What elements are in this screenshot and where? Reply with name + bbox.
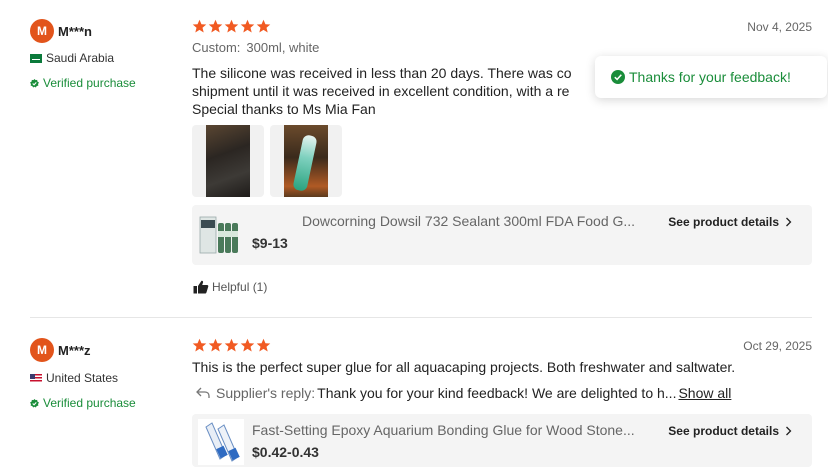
verified-badge: Verified purchase: [30, 396, 136, 410]
review-text: This is the perfect super glue for all a…: [192, 358, 735, 376]
verified-label: Verified purchase: [43, 76, 136, 90]
feedback-toast: Thanks for your feedback!: [595, 56, 827, 98]
country-label: United States: [46, 371, 119, 385]
star-rating: [192, 19, 271, 34]
product-thumbnail: [199, 216, 238, 254]
review-text: The silicone was received in less than 2…: [192, 64, 572, 118]
star-rating: [192, 338, 271, 353]
thumbs-up-icon: [193, 280, 209, 294]
sku-label: Custom:: [192, 40, 241, 55]
reviewer-country: Saudi Arabia: [30, 51, 114, 65]
photo-image: [284, 125, 328, 197]
star-icon: [224, 338, 239, 352]
see-product-details-link[interactable]: See product details: [668, 215, 792, 229]
product-card[interactable]: Dowcorning Dowsil 732 Sealant 300ml FDA …: [192, 205, 812, 265]
photo-tube-shape: [292, 134, 318, 192]
star-icon: [224, 19, 239, 33]
sku-info: Custom: 300ml, white: [192, 40, 319, 55]
star-icon: [192, 19, 207, 33]
reviewer-name: M***n: [58, 24, 92, 39]
verified-label: Verified purchase: [43, 396, 136, 410]
review-text-line: The silicone was received in less than 2…: [192, 65, 572, 81]
chevron-right-icon: [786, 217, 792, 227]
product-price: $9-13: [252, 235, 288, 251]
star-icon: [256, 338, 271, 352]
show-all-link[interactable]: Show all: [678, 385, 731, 401]
supplier-reply-text: Thank you for your kind feedback! We are…: [317, 385, 677, 401]
united-states-flag-icon: [30, 373, 42, 383]
product-card[interactable]: Fast-Setting Epoxy Aquarium Bonding Glue…: [192, 414, 812, 467]
supplier-reply-label: Supplier's reply:: [216, 385, 316, 401]
avatar: M: [30, 338, 54, 362]
star-icon: [208, 19, 223, 33]
toast-message: Thanks for your feedback!: [629, 69, 791, 85]
review-text-line: This is the perfect super glue for all a…: [192, 359, 736, 375]
avatar: M: [30, 19, 54, 43]
verified-badge: Verified purchase: [30, 76, 136, 90]
saudi-arabia-flag-icon: [30, 53, 42, 63]
details-label: See product details: [668, 424, 779, 438]
helpful-label: Helpful (1): [212, 280, 268, 294]
helpful-button[interactable]: Helpful (1): [193, 280, 267, 294]
product-thumbnail: [198, 419, 244, 465]
check-circle-icon: [611, 70, 625, 84]
reply-arrow-icon: [196, 387, 210, 398]
review-item: M M***n Saudi Arabia Verified purchase N…: [0, 0, 828, 317]
sku-value: 300ml, white: [246, 40, 320, 55]
supplier-reply: Supplier's reply: Thank you for your kin…: [196, 385, 731, 401]
star-icon: [208, 338, 223, 352]
product-name[interactable]: Dowcorning Dowsil 732 Sealant 300ml FDA …: [302, 213, 654, 229]
details-label: See product details: [668, 215, 779, 229]
product-name[interactable]: Fast-Setting Epoxy Aquarium Bonding Glue…: [252, 422, 656, 438]
photo-image: [206, 125, 250, 197]
star-icon: [240, 19, 255, 33]
verified-check-icon: [30, 78, 39, 88]
review-date: Nov 4, 2025: [747, 20, 812, 34]
reviewer-country: United States: [30, 371, 118, 385]
star-icon: [192, 338, 207, 352]
verified-check-icon: [30, 398, 39, 408]
product-price: $0.42-0.43: [252, 444, 319, 460]
chevron-right-icon: [786, 426, 792, 436]
star-icon: [256, 19, 271, 33]
see-product-details-link[interactable]: See product details: [668, 424, 792, 438]
review-text-line: Special thanks to Ms Mia Fan: [192, 101, 376, 117]
review-photo[interactable]: [192, 125, 264, 197]
review-date: Oct 29, 2025: [743, 339, 812, 353]
review-text-line: shipment until it was received in excell…: [192, 83, 570, 99]
review-photo[interactable]: [270, 125, 342, 197]
star-icon: [240, 338, 255, 352]
country-label: Saudi Arabia: [46, 51, 115, 65]
reviewer-name: M***z: [58, 343, 91, 358]
